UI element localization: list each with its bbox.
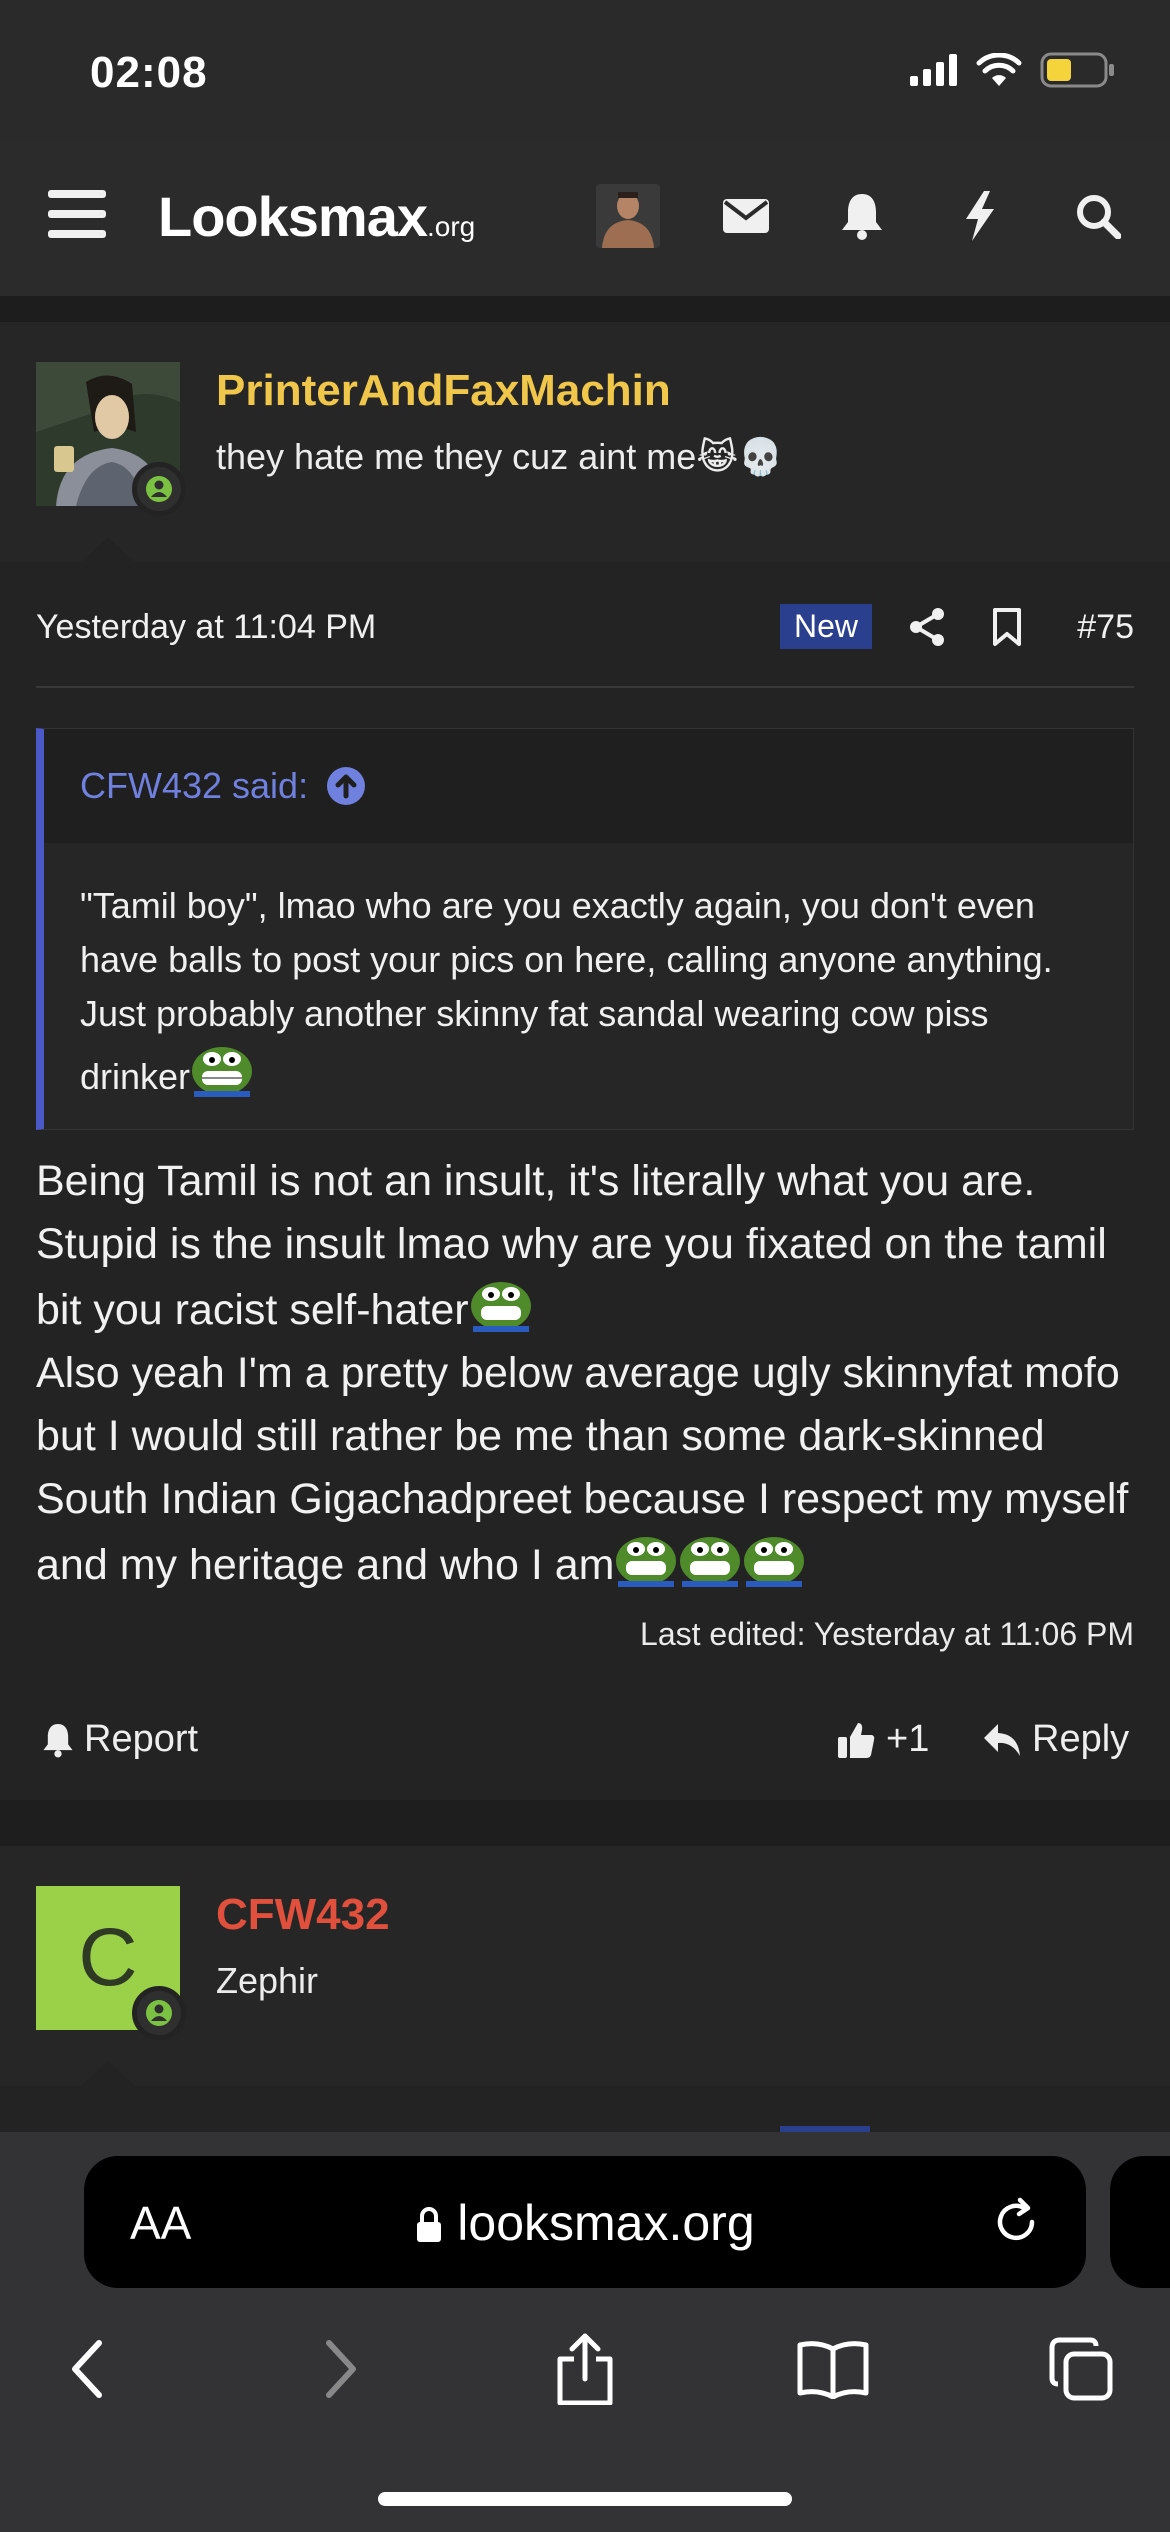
reply-arrow-icon	[984, 1723, 1020, 1756]
report-label: Report	[84, 1718, 199, 1760]
online-status-icon	[132, 1986, 186, 2040]
address-bar[interactable]: AA looksmax.org	[84, 2156, 1086, 2288]
thumbs-up-icon	[838, 1722, 875, 1758]
pepe-laugh-emoji-icon	[470, 1282, 531, 1332]
bookmark-icon[interactable]	[982, 602, 1032, 652]
bookmarks-icon[interactable]	[788, 2324, 878, 2414]
quote-header[interactable]: CFW432 said:	[44, 729, 1133, 843]
quote-text-container: "Tamil boy", lmao who are you exactly ag…	[44, 843, 1133, 1129]
back-icon[interactable]	[42, 2324, 132, 2414]
next-tab-address-bar[interactable]	[1110, 2156, 1170, 2288]
post-meta: Yesterday at 11:04 PM New #75	[0, 566, 1170, 686]
like-button[interactable]: +1	[836, 1718, 929, 1761]
logo-suffix: .org	[427, 211, 476, 242]
quote-author[interactable]: CFW432 said:	[80, 765, 308, 807]
report-button[interactable]: Report	[42, 1718, 198, 1761]
share-icon[interactable]	[902, 602, 952, 652]
menu-icon[interactable]	[48, 190, 106, 240]
user-title: they hate me they cuz aint me😹💀	[216, 436, 784, 477]
post-user-header: PrinterAndFaxMachin they hate me they cu…	[0, 322, 1170, 563]
status-time: 02:08	[90, 48, 208, 97]
logo-text: Looksmax	[158, 185, 428, 248]
whats-new-bolt-icon[interactable]	[950, 186, 1010, 246]
reply-button[interactable]: Reply	[982, 1718, 1129, 1761]
site-logo[interactable]: Looksmax.org	[158, 184, 475, 249]
post-paragraph-2: Also yeah I'm a pretty below average ugl…	[36, 1349, 1129, 1589]
meta-divider	[36, 686, 1134, 688]
last-edited: Last edited: Yesterday at 11:06 PM	[640, 1616, 1134, 1652]
pepe-laugh-emoji-icon	[744, 1537, 805, 1587]
post-user-header: C CFW432 Zephir	[0, 1846, 1170, 2087]
nav-shadow	[0, 296, 1170, 322]
account-avatar[interactable]	[596, 184, 660, 248]
forward-icon[interactable]	[296, 2324, 386, 2414]
user-avatar[interactable]	[36, 362, 186, 516]
url-field[interactable]: looksmax.org	[84, 2194, 1086, 2252]
url-text: looksmax.org	[457, 2195, 755, 2251]
username[interactable]: CFW432	[216, 1890, 390, 1940]
next-post-meta-partial	[0, 2086, 1170, 2136]
post-number[interactable]: #75	[1077, 608, 1134, 647]
post-body: Being Tamil is not an insult, it's liter…	[36, 1150, 1146, 1597]
quote-block: CFW432 said: "Tamil boy", lmao who are y…	[36, 728, 1134, 1130]
status-bar: 02:08	[0, 0, 1170, 140]
username[interactable]: PrinterAndFaxMachin	[216, 366, 671, 416]
post-actions: Report +1 Reply	[0, 1700, 1170, 1780]
header-notch	[80, 537, 136, 563]
online-status-icon	[132, 462, 186, 516]
post-paragraph-1: Being Tamil is not an insult, it's liter…	[36, 1157, 1107, 1334]
wifi-icon	[976, 53, 1022, 86]
jump-to-quote-icon[interactable]	[326, 766, 366, 806]
reload-icon[interactable]	[986, 2192, 1046, 2252]
tabs-icon[interactable]	[1036, 2324, 1126, 2414]
pepe-laugh-emoji-icon	[680, 1537, 741, 1587]
bell-icon	[43, 1723, 73, 1757]
user-title: Zephir	[216, 1960, 319, 2001]
home-indicator[interactable]	[378, 2492, 792, 2506]
user-avatar[interactable]: C	[36, 1886, 186, 2040]
new-badge: New	[780, 604, 873, 649]
post-date[interactable]: Yesterday at 11:04 PM	[36, 608, 376, 647]
reply-label: Reply	[1032, 1718, 1130, 1760]
share-icon[interactable]	[540, 2324, 630, 2414]
lock-icon	[417, 2207, 442, 2242]
inbox-icon[interactable]	[716, 186, 776, 246]
cellular-signal-icon	[910, 54, 957, 86]
browser-toolbar: AA looksmax.org	[0, 2132, 1170, 2532]
alerts-bell-icon[interactable]	[832, 186, 892, 246]
search-icon[interactable]	[1068, 186, 1128, 246]
avatar-letter: C	[78, 1912, 138, 2003]
site-navbar: Looksmax.org	[0, 140, 1170, 297]
pepe-laugh-emoji-icon	[616, 1537, 677, 1587]
header-notch	[80, 2061, 136, 2087]
post-separator	[0, 1800, 1170, 1846]
battery-icon	[1040, 52, 1114, 88]
reaction-count: +1	[886, 1718, 930, 1760]
pepe-laugh-emoji-icon	[192, 1047, 253, 1097]
